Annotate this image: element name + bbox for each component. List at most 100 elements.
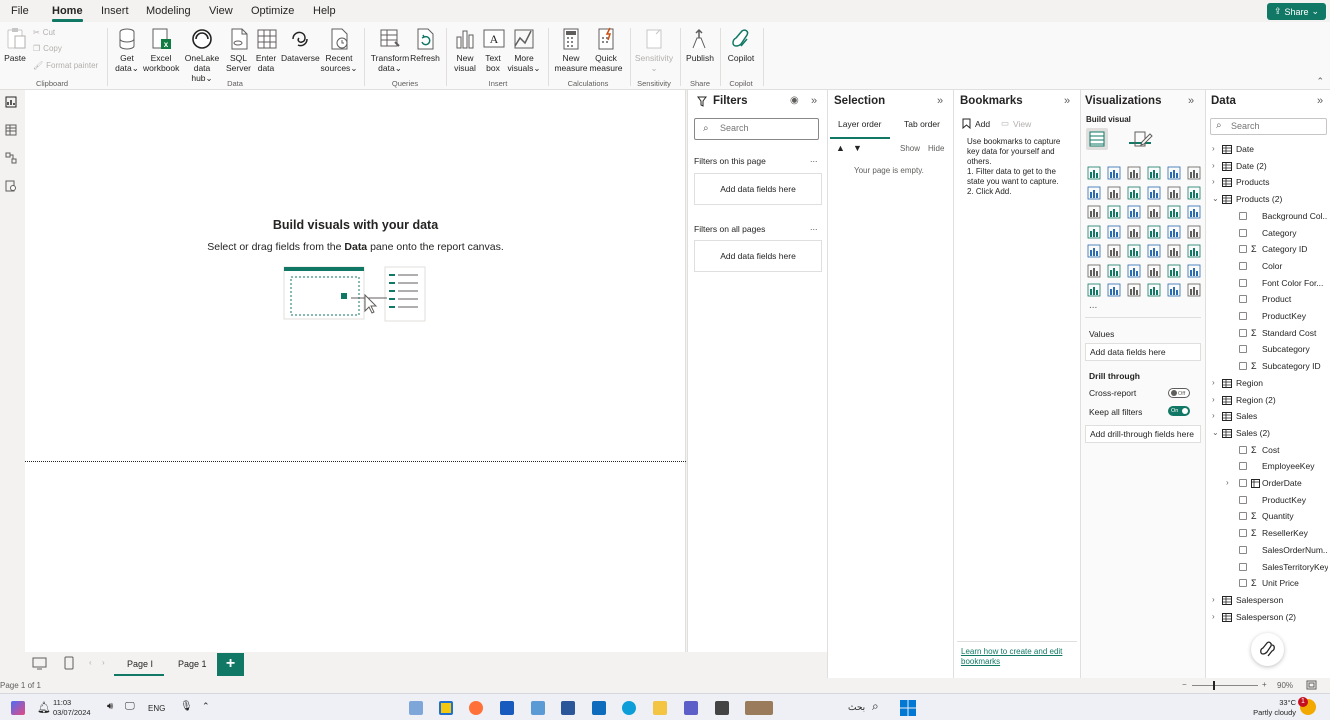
field-row[interactable]: Product [1206,292,1328,308]
zoom-out-icon[interactable]: − [1182,680,1187,689]
matrix-icon[interactable] [1167,244,1181,258]
line-icon[interactable] [1087,186,1101,200]
mail-icon[interactable] [592,701,606,715]
move-up-icon[interactable]: ▲ [836,143,845,153]
mobile-layout-icon[interactable] [64,656,74,670]
paste-button[interactable]: Paste [3,26,27,63]
data-search-box[interactable]: ⌕ [1210,118,1327,135]
edge-icon[interactable] [622,701,636,715]
chevron-right-icon[interactable]: › [1212,612,1215,621]
ribbon-icon[interactable] [1167,186,1181,200]
learn-bookmarks-link[interactable]: Learn how to create and edit bookmarks [961,647,1073,667]
tab-modeling[interactable]: Modeling [146,5,191,17]
transform-data-button[interactable]: Transform data⌄ [370,26,410,73]
table-row[interactable]: › Salesperson [1206,593,1328,609]
more-options-icon[interactable]: ... [810,222,818,232]
new-visual-button[interactable]: New visual [452,26,478,73]
cross-report-toggle[interactable]: Off [1168,388,1190,398]
collapse-data-icon[interactable]: » [1317,95,1323,107]
sensitivity-button[interactable]: Sensitivity ⌄ [634,26,674,73]
chevron-down-icon[interactable]: ⌄ [1212,194,1219,203]
desktop-layout-icon[interactable] [32,657,47,670]
data-search-input[interactable] [1231,121,1321,131]
outlook-calendar-icon[interactable] [531,701,545,715]
field-checkbox[interactable] [1239,479,1247,487]
field-row[interactable]: Σ Unit Price [1206,576,1328,592]
gauge-icon[interactable] [1167,225,1181,239]
collapse-ribbon-icon[interactable]: ⌃ [1316,76,1324,87]
clock[interactable]: 11:03 03/07/2024 [53,698,91,718]
sql-server-button[interactable]: SQL Server [225,26,252,73]
chevron-right-icon[interactable]: › [1212,595,1215,604]
field-checkbox[interactable] [1239,512,1247,521]
chevron-right-icon[interactable]: › [102,658,105,667]
page-tab-active[interactable]: Page I [127,659,153,669]
fit-to-page-icon[interactable] [1306,680,1317,690]
dax-query-view-icon[interactable] [5,180,17,192]
filters-all-pages-well[interactable]: Add data fields here [694,240,822,272]
donut-icon[interactable] [1187,205,1201,219]
waterfall-icon[interactable] [1187,186,1201,200]
microphone-icon[interactable]: 🎙︎ [180,701,193,712]
map-icon[interactable] [1107,225,1121,239]
show-all-button[interactable]: Show [900,144,920,153]
copilot-taskbar-icon[interactable] [11,701,25,715]
100-column-icon[interactable] [1187,166,1201,180]
chevron-left-icon[interactable]: ‹ [89,658,92,667]
clustered-bar-icon[interactable] [1127,166,1141,180]
firefox-icon[interactable] [469,701,483,715]
funnel-line-icon[interactable] [1087,205,1101,219]
field-checkbox[interactable] [1239,462,1247,471]
format-painter-button[interactable]: 🖌︎ Format painter [33,61,98,70]
text-box-button[interactable]: A Text box [481,26,505,73]
zoom-in-icon[interactable]: + [1262,680,1267,689]
view-bookmark-button[interactable]: ▭ View [1001,118,1031,129]
power-automate-icon[interactable] [1127,283,1141,297]
cut-button[interactable]: ✂ Cut [33,28,55,37]
format-visual-icon[interactable] [1133,130,1153,148]
clustered-column-icon[interactable] [1147,166,1161,180]
copilot-fab[interactable] [1251,633,1284,666]
table-row[interactable]: ⌄ Sales (2) [1206,426,1328,442]
more-visuals-icon[interactable]: ... [1089,300,1097,311]
table-row[interactable]: › Region (2) [1206,393,1328,409]
search-icon[interactable]: ⌕ [872,699,879,714]
tab-tab-order[interactable]: Tab order [904,119,940,129]
field-checkbox[interactable] [1239,295,1247,304]
chevron-right-icon[interactable]: › [1226,478,1229,487]
enter-data-button[interactable]: Enter data [254,26,278,73]
word-icon[interactable] [500,701,514,715]
volume-icon[interactable]: 🔊︎ [107,701,113,712]
table-row[interactable]: › Sales [1206,409,1328,425]
r-visual-icon[interactable] [1187,244,1201,258]
chevron-right-icon[interactable]: › [1212,395,1215,404]
diamond-icon[interactable] [1187,283,1201,297]
add-page-button[interactable]: + [217,653,244,676]
field-row[interactable]: ProductKey [1206,493,1328,509]
shape-map-icon[interactable] [1147,283,1161,297]
snipping-tool-icon[interactable] [409,701,423,715]
field-row[interactable]: EmployeeKey [1206,459,1328,475]
power-apps-icon[interactable] [1107,283,1121,297]
100-bar-icon[interactable] [1167,166,1181,180]
field-row[interactable]: Σ Category ID [1206,242,1328,258]
move-down-icon[interactable]: ▼ [853,143,862,153]
chevron-right-icon[interactable]: › [1212,411,1215,420]
get-data-button[interactable]: Get data⌄ [113,26,141,73]
qa-icon[interactable] [1147,264,1161,278]
scatter-icon[interactable] [1147,205,1161,219]
chevron-down-icon[interactable]: ⌄ [1212,428,1219,437]
eye-icon[interactable]: ◉ [790,95,799,106]
tab-help[interactable]: Help [313,5,336,17]
field-checkbox[interactable] [1239,345,1247,354]
key-influencers-icon[interactable] [1107,264,1121,278]
more-visuals-button[interactable]: More visuals⌄ [506,26,542,73]
table-row[interactable]: › Products [1206,175,1328,191]
table-row[interactable]: › Date (2) [1206,159,1328,175]
stacked-bar-icon[interactable] [1087,166,1101,180]
field-row[interactable]: Background Col... [1206,209,1328,225]
zoom-slider-thumb[interactable] [1213,681,1215,690]
terminal-icon[interactable] [715,701,729,715]
collapse-selection-icon[interactable]: » [937,95,943,107]
file-explorer-icon[interactable] [653,701,667,715]
